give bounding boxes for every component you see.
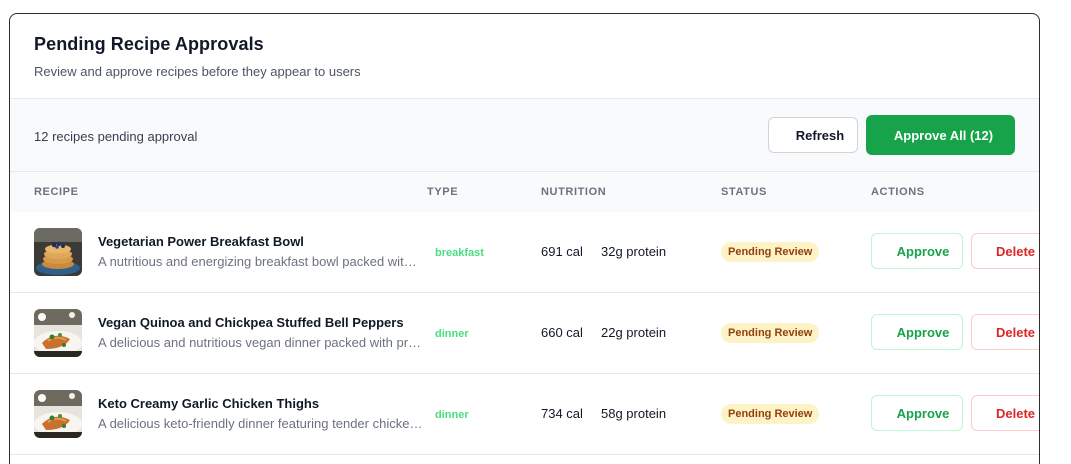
type-badge: dinner <box>435 409 469 421</box>
recipe-description: A delicious keto-friendly dinner featuri… <box>98 416 423 431</box>
status-badge: Pending Review <box>721 404 820 424</box>
approvals-card: Pending Recipe Approvals Review and appr… <box>9 13 1040 464</box>
plated-dinner-photo <box>34 390 82 438</box>
column-header-status: STATUS <box>721 186 767 198</box>
column-header-actions: ACTIONS <box>871 186 925 198</box>
page-title: Pending Recipe Approvals <box>34 34 264 54</box>
recipe-thumbnail <box>34 390 82 438</box>
column-header-nutrition: NUTRITION <box>541 186 607 198</box>
toolbar: 12 recipes pending approval Refresh Appr… <box>10 99 1039 172</box>
delete-button[interactable]: Delete <box>971 395 1039 431</box>
table-row: Vegetarian Power Breakfast Bowl A nutrit… <box>10 212 1039 293</box>
recipe-description: A delicious and nutritious vegan dinner … <box>98 335 423 350</box>
table-header: RECIPE TYPE NUTRITION STATUS ACTIONS <box>10 172 1039 212</box>
recipe-thumbnail <box>34 309 82 357</box>
protein-value: 32g protein <box>601 244 667 259</box>
recipe-name: Vegan Quinoa and Chickpea Stuffed Bell P… <box>98 315 404 330</box>
calories-value: 691 cal <box>541 244 583 259</box>
recipe-name: Keto Creamy Garlic Chicken Thighs <box>98 396 320 411</box>
recipe-description: A nutritious and energizing breakfast bo… <box>98 254 423 269</box>
recipe-name: Vegetarian Power Breakfast Bowl <box>98 234 304 249</box>
type-badge: breakfast <box>435 247 484 259</box>
approve-all-button[interactable]: Approve All (12) <box>866 115 1015 155</box>
delete-button[interactable]: Delete <box>971 314 1039 350</box>
toolbar-actions: Refresh Approve All (12) <box>768 115 1015 155</box>
refresh-button[interactable]: Refresh <box>768 117 858 153</box>
calories-value: 734 cal <box>541 406 583 421</box>
calories-value: 660 cal <box>541 325 583 340</box>
plated-dinner-photo <box>34 309 82 357</box>
status-badge: Pending Review <box>721 323 820 343</box>
status-badge: Pending Review <box>721 242 820 262</box>
protein-value: 58g protein <box>601 406 667 421</box>
table-row: Keto Creamy Garlic Chicken Thighs A deli… <box>10 374 1039 455</box>
approve-button[interactable]: Approve <box>871 395 963 431</box>
card-header: Pending Recipe Approvals Review and appr… <box>10 14 1039 99</box>
protein-value: 22g protein <box>601 325 667 340</box>
pending-count: 12 recipes pending approval <box>34 128 198 144</box>
table-row: Vegan Quinoa and Chickpea Stuffed Bell P… <box>10 293 1039 374</box>
pancake-stack-photo <box>34 228 82 276</box>
column-header-recipe: RECIPE <box>34 186 79 198</box>
approve-button[interactable]: Approve <box>871 233 963 269</box>
delete-button[interactable]: Delete <box>971 233 1039 269</box>
recipe-thumbnail <box>34 228 82 276</box>
type-badge: dinner <box>435 328 469 340</box>
page-subtitle: Review and approve recipes before they a… <box>34 64 361 79</box>
approve-button[interactable]: Approve <box>871 314 963 350</box>
column-header-type: TYPE <box>427 186 459 198</box>
